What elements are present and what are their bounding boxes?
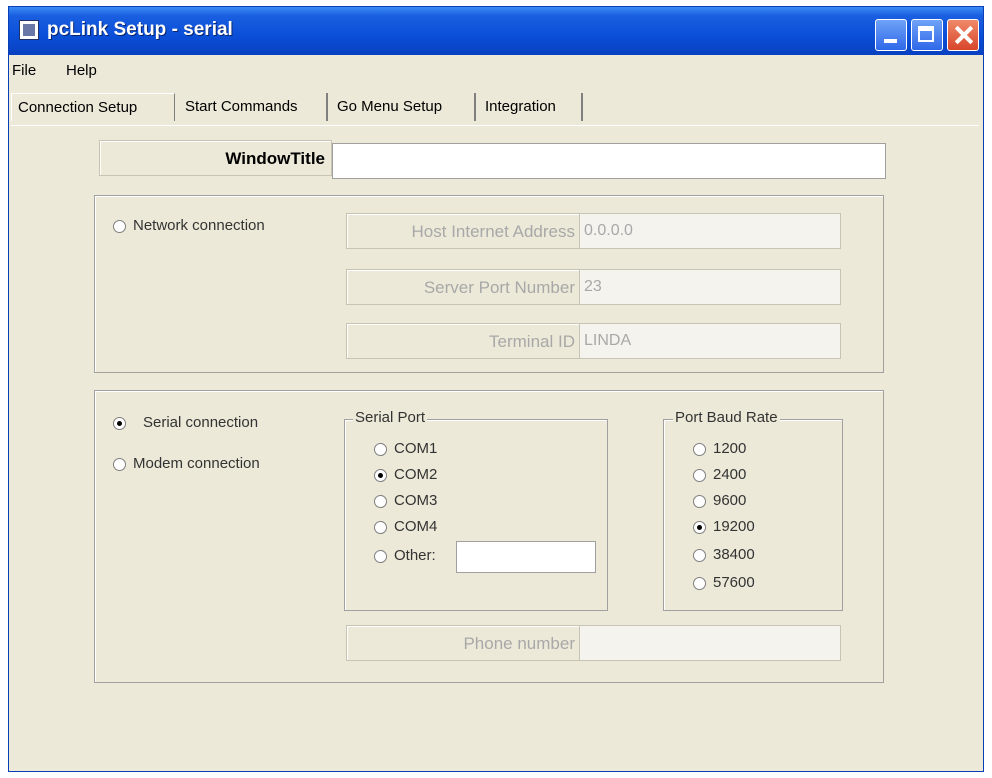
close-button[interactable] — [947, 19, 979, 51]
tab-connection-setup[interactable]: Connection Setup — [11, 93, 175, 121]
com3-radio[interactable] — [374, 495, 387, 508]
com3-label: COM3 — [394, 492, 438, 509]
tab-go-menu-setup[interactable]: Go Menu Setup — [331, 93, 476, 121]
com1-label: COM1 — [394, 440, 438, 457]
maximize-button[interactable] — [911, 19, 943, 51]
baud-57600-radio[interactable] — [693, 577, 706, 590]
tab-divider — [11, 125, 979, 126]
baud-1200-radio[interactable] — [693, 443, 706, 456]
baud-19200-radio[interactable] — [693, 521, 706, 534]
com4-label: COM4 — [394, 518, 438, 535]
baud-1200-label: 1200 — [713, 440, 747, 457]
app-window: pcLink Setup - serial File Help Connecti… — [8, 6, 984, 772]
tab-integration[interactable]: Integration — [479, 93, 583, 121]
title-bar[interactable]: pcLink Setup - serial — [9, 7, 983, 55]
app-icon — [19, 20, 39, 40]
baud-9600-label: 9600 — [713, 492, 747, 509]
baud-57600-label: 57600 — [713, 574, 755, 591]
phone-number-label: Phone number — [346, 625, 582, 661]
phone-number-input[interactable] — [579, 625, 841, 661]
baud-38400-radio[interactable] — [693, 549, 706, 562]
host-address-input[interactable]: 0.0.0.0 — [579, 213, 841, 249]
baud-9600-radio[interactable] — [693, 495, 706, 508]
minimize-button[interactable] — [875, 19, 907, 51]
com1-radio[interactable] — [374, 443, 387, 456]
other-port-label: Other: — [394, 547, 436, 564]
com2-radio[interactable] — [374, 469, 387, 482]
modem-connection-label: Modem connection — [133, 455, 260, 472]
serial-port-title: Serial Port — [353, 409, 428, 426]
tab-start-commands[interactable]: Start Commands — [179, 93, 328, 121]
baud-2400-radio[interactable] — [693, 469, 706, 482]
network-connection-radio[interactable] — [113, 220, 126, 233]
serial-connection-label: Serial connection — [143, 414, 259, 431]
menu-file[interactable]: File — [12, 62, 36, 79]
other-port-input[interactable] — [456, 541, 596, 573]
baud-rate-title: Port Baud Rate — [673, 409, 780, 426]
com4-radio[interactable] — [374, 521, 387, 534]
serial-connection-radio[interactable] — [113, 417, 126, 430]
other-port-radio[interactable] — [374, 550, 387, 563]
com2-label: COM2 — [394, 466, 438, 483]
baud-19200-label: 19200 — [713, 518, 755, 535]
baud-38400-label: 38400 — [713, 546, 755, 563]
window-title-label: WindowTitle — [99, 140, 332, 176]
network-connection-label: Network connection — [133, 217, 265, 234]
host-address-label: Host Internet Address — [346, 213, 582, 249]
server-port-input[interactable]: 23 — [579, 269, 841, 305]
terminal-id-input[interactable]: LINDA — [579, 323, 841, 359]
menu-help[interactable]: Help — [66, 62, 97, 79]
modem-connection-radio[interactable] — [113, 458, 126, 471]
window-title-input[interactable] — [332, 143, 886, 179]
terminal-id-label: Terminal ID — [346, 323, 582, 359]
window-title: pcLink Setup - serial — [47, 19, 233, 40]
baud-2400-label: 2400 — [713, 466, 747, 483]
server-port-label: Server Port Number — [346, 269, 582, 305]
